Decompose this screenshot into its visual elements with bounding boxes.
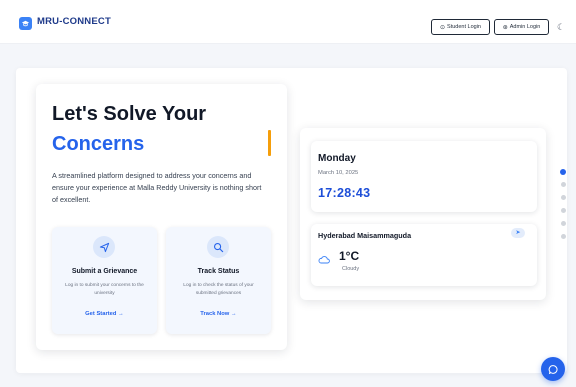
pagination-dot[interactable] [561,208,566,213]
track-status-card[interactable]: Track Status Log in to check the status … [166,227,271,334]
accent-bar [268,130,271,156]
pagination-dot[interactable] [561,234,566,239]
admin-login-button[interactable]: ⊛ Admin Login [494,19,549,35]
student-login-label: Student Login [447,24,481,30]
navigation-icon[interactable]: ➤ [511,228,525,238]
search-icon [207,236,229,258]
submit-grievance-card[interactable]: Submit a Grievance Log in to submit your… [52,227,157,334]
chat-button[interactable] [541,357,565,381]
day-label: Monday [318,153,356,164]
hero-description: A streamlined platform designed to addre… [52,171,262,204]
user-icon: ⊙ [440,24,446,31]
shield-icon: ⊛ [502,24,508,31]
send-icon [93,236,115,258]
admin-login-label: Admin Login [509,24,541,30]
get-started-link[interactable]: Get Started → [52,311,157,317]
graduation-icon[interactable] [19,17,32,30]
date-label: March 10, 2025 [318,170,359,176]
hero-title: Let's Solve Your [52,103,207,125]
pagination-dot[interactable] [561,182,566,187]
time-display: 17:28:43 [318,186,371,200]
pagination-dot[interactable] [561,195,566,200]
card-description: Log in to check the status of your submi… [183,283,254,296]
temperature: 1°C [339,249,360,263]
student-login-button[interactable]: ⊙ Student Login [431,19,490,35]
moon-icon[interactable]: ☾ [555,21,567,33]
brand-name[interactable]: MRU-CONNECT [37,16,111,27]
card-description: Log in to submit your concerns to the un… [65,283,144,296]
weather-condition: Cloudy [342,266,360,272]
clock-card [311,141,537,212]
pagination-dot[interactable] [560,169,566,175]
track-now-link[interactable]: Track Now → [166,311,271,317]
cloud-icon [318,256,330,264]
card-title: Track Status [197,268,240,275]
hero-title-highlight: Concerns [52,133,145,155]
pagination-dot[interactable] [561,221,566,226]
card-title: Submit a Grievance [71,268,138,275]
weather-location: Hyderabad Maisammaguda [318,231,412,240]
chat-icon [548,364,557,374]
